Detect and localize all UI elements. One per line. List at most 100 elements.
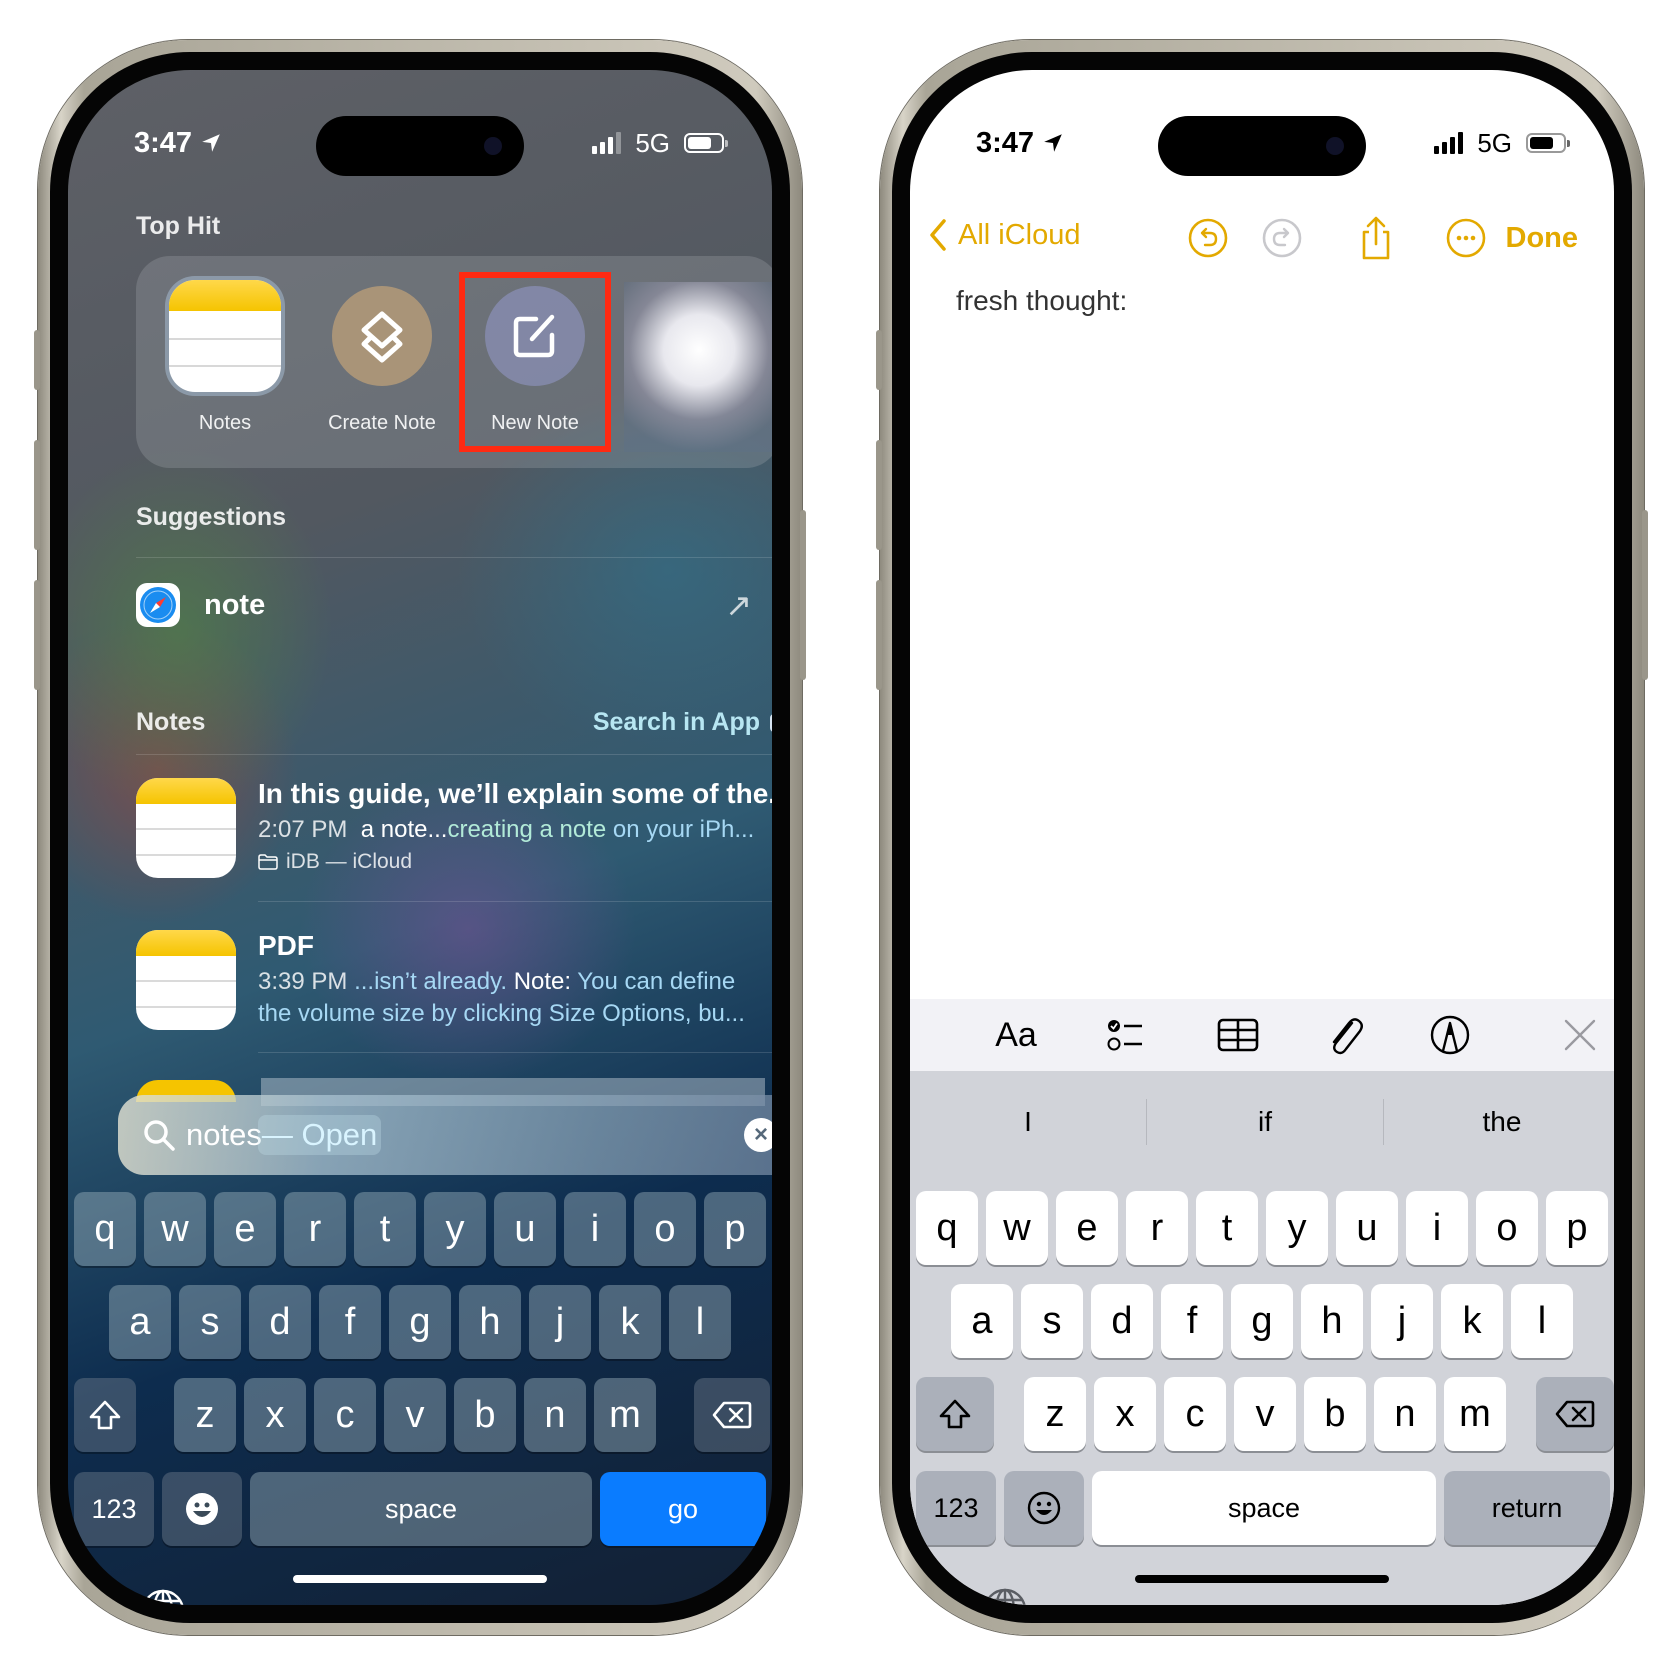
key[interactable]: o <box>634 1192 696 1266</box>
return-key[interactable]: return <box>1444 1471 1610 1545</box>
key[interactable]: v <box>1234 1377 1296 1451</box>
key[interactable]: e <box>1056 1191 1118 1265</box>
table-icon[interactable] <box>1216 1013 1260 1057</box>
key[interactable]: j <box>1371 1284 1433 1358</box>
close-icon[interactable] <box>1558 1013 1602 1057</box>
back-button[interactable]: All iCloud <box>928 218 1081 252</box>
key[interactable]: c <box>1164 1377 1226 1451</box>
key[interactable]: w <box>986 1191 1048 1265</box>
blurred-thumbnail[interactable] <box>624 282 772 452</box>
note-result[interactable]: PDF 3:39 PM ...isn’t already. Note: You … <box>136 930 772 1040</box>
key[interactable]: y <box>424 1192 486 1266</box>
key[interactable]: q <box>74 1192 136 1266</box>
key[interactable]: a <box>109 1285 171 1359</box>
key[interactable]: w <box>144 1192 206 1266</box>
key[interactable]: j <box>529 1285 591 1359</box>
clear-search-button[interactable]: × <box>744 1118 772 1152</box>
markup-icon[interactable] <box>1428 1013 1472 1057</box>
key[interactable]: y <box>1266 1191 1328 1265</box>
key[interactable]: g <box>1231 1284 1293 1358</box>
key[interactable]: e <box>214 1192 276 1266</box>
key[interactable]: h <box>1301 1284 1363 1358</box>
search-input[interactable]: notes <box>186 1117 262 1153</box>
globe-icon[interactable] <box>982 1587 1028 1605</box>
prediction-item[interactable]: the <box>1384 1087 1614 1157</box>
key[interactable]: t <box>1196 1191 1258 1265</box>
key[interactable]: o <box>1476 1191 1538 1265</box>
emoji-key[interactable] <box>1004 1471 1084 1545</box>
prediction-item[interactable]: I <box>910 1087 1146 1157</box>
key[interactable]: r <box>284 1192 346 1266</box>
key[interactable]: f <box>319 1285 381 1359</box>
share-icon[interactable] <box>1354 216 1398 260</box>
arrow-up-right-icon: ↗ <box>725 587 752 623</box>
key[interactable]: n <box>524 1378 586 1452</box>
key[interactable]: c <box>314 1378 376 1452</box>
checklist-icon[interactable] <box>1104 1013 1148 1057</box>
home-indicator[interactable] <box>1135 1575 1389 1583</box>
space-key[interactable]: space <box>1092 1471 1436 1545</box>
key[interactable]: k <box>1441 1284 1503 1358</box>
suggestion-row[interactable]: note ↗ <box>136 580 772 630</box>
key[interactable]: q <box>916 1191 978 1265</box>
space-key[interactable]: space <box>250 1472 592 1546</box>
go-key[interactable]: go <box>600 1472 766 1546</box>
key[interactable]: t <box>354 1192 416 1266</box>
key[interactable]: d <box>249 1285 311 1359</box>
search-bar[interactable]: notes — Open × <box>118 1095 772 1175</box>
key[interactable]: g <box>389 1285 451 1359</box>
prediction-item[interactable]: if <box>1147 1087 1383 1157</box>
delete-key[interactable] <box>1536 1377 1614 1451</box>
key[interactable]: x <box>1094 1377 1156 1451</box>
battery-icon <box>1526 133 1570 153</box>
home-indicator[interactable] <box>293 1575 547 1583</box>
key[interactable]: r <box>1126 1191 1188 1265</box>
key[interactable]: h <box>459 1285 521 1359</box>
note-result[interactable]: In this guide, we’ll explain some of the… <box>136 778 772 888</box>
done-button[interactable]: Done <box>1506 222 1579 255</box>
key[interactable]: i <box>564 1192 626 1266</box>
undo-icon[interactable] <box>1186 216 1230 260</box>
key[interactable]: m <box>1444 1377 1506 1451</box>
more-options-icon[interactable] <box>1444 216 1488 260</box>
top-hit-notes[interactable]: Notes <box>150 280 300 452</box>
suggestions-label: Suggestions <box>136 503 287 531</box>
note-body-text[interactable]: fresh thought: <box>956 285 1127 317</box>
key[interactable]: l <box>669 1285 731 1359</box>
key[interactable]: u <box>1336 1191 1398 1265</box>
key[interactable]: l <box>1511 1284 1573 1358</box>
numbers-key[interactable]: 123 <box>74 1472 154 1546</box>
key[interactable]: u <box>494 1192 556 1266</box>
key[interactable]: m <box>594 1378 656 1452</box>
text-style-button[interactable]: Aa <box>994 1013 1038 1057</box>
key[interactable]: n <box>1374 1377 1436 1451</box>
top-hit-create-note[interactable]: Create Note <box>307 280 457 452</box>
key[interactable]: f <box>1161 1284 1223 1358</box>
key[interactable]: s <box>1021 1284 1083 1358</box>
key[interactable]: p <box>704 1192 766 1266</box>
emoji-key[interactable] <box>162 1472 242 1546</box>
key[interactable]: b <box>1304 1377 1366 1451</box>
shift-key[interactable] <box>74 1378 136 1452</box>
key[interactable]: b <box>454 1378 516 1452</box>
key[interactable]: v <box>384 1378 446 1452</box>
redo-icon[interactable] <box>1260 216 1304 260</box>
key[interactable]: x <box>244 1378 306 1452</box>
key[interactable]: k <box>599 1285 661 1359</box>
search-in-app-link[interactable]: Search in App ↗ <box>593 708 772 737</box>
key[interactable]: d <box>1091 1284 1153 1358</box>
backspace-icon <box>712 1401 752 1429</box>
key[interactable]: a <box>951 1284 1013 1358</box>
key[interactable]: z <box>174 1378 236 1452</box>
key[interactable]: z <box>1024 1377 1086 1451</box>
key[interactable]: s <box>179 1285 241 1359</box>
key[interactable]: i <box>1406 1191 1468 1265</box>
folder-icon <box>258 854 278 870</box>
key[interactable]: p <box>1546 1191 1608 1265</box>
predictive-bar: I if the <box>910 1087 1614 1157</box>
attachment-icon[interactable] <box>1322 1013 1366 1057</box>
shift-key[interactable] <box>916 1377 994 1451</box>
globe-icon[interactable] <box>140 1588 186 1605</box>
delete-key[interactable] <box>694 1378 770 1452</box>
numbers-key[interactable]: 123 <box>916 1471 996 1545</box>
